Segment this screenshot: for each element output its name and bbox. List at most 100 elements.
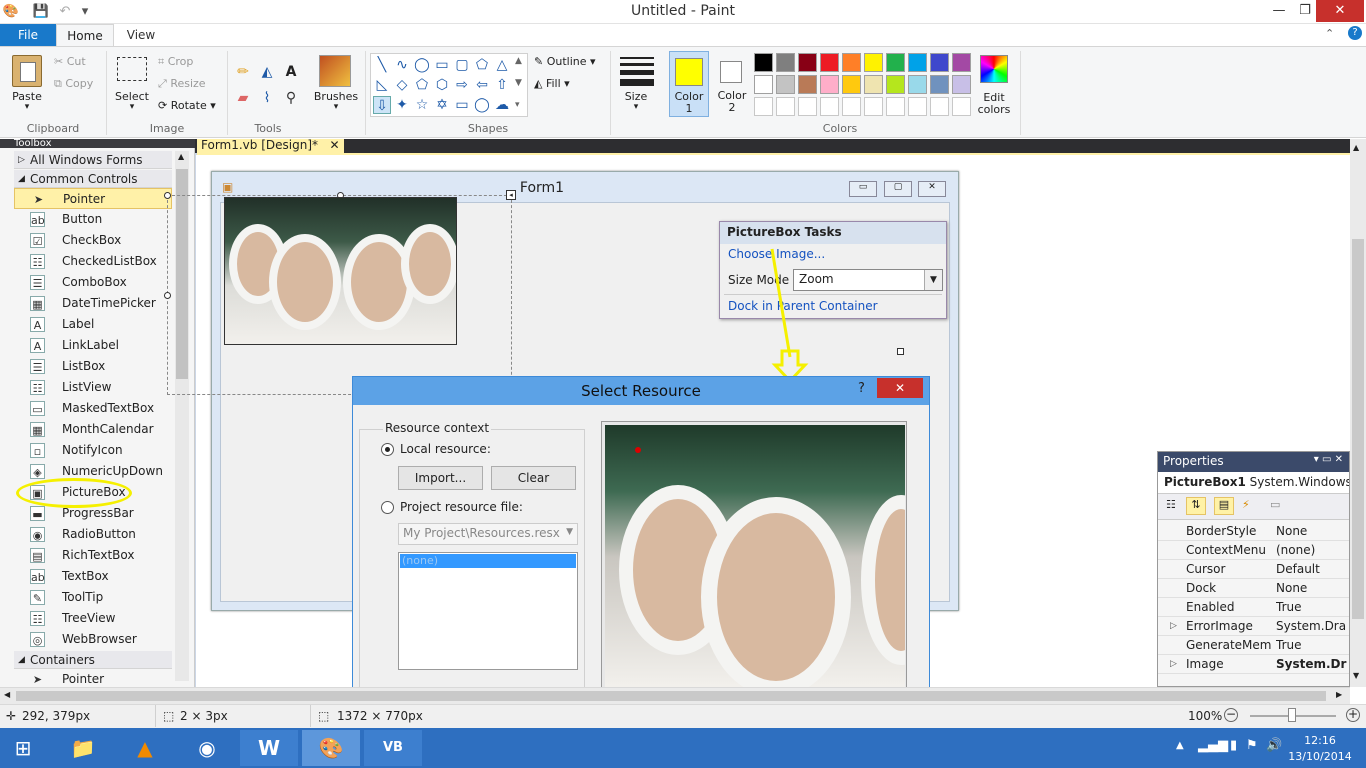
vs-document-tab[interactable]: Form1.vb [Design]* ✕ [197, 139, 344, 153]
property-value[interactable]: None [1276, 579, 1349, 598]
resize-handle[interactable] [897, 348, 904, 355]
up-arrow-shape-icon[interactable]: ⇧ [493, 76, 511, 94]
toolbox-item-tooltip[interactable]: ✎ ToolTip [14, 587, 172, 608]
resize-button[interactable]: ⤢ Resize [158, 75, 206, 93]
custom-color-slot[interactable] [952, 97, 971, 116]
resx-select[interactable]: My Project\Resources.resx ▼ [398, 523, 578, 545]
line-shape-icon[interactable]: ╲ [373, 56, 391, 74]
clock-date[interactable]: 13/10/2014 [1284, 750, 1356, 763]
palette-swatch[interactable] [798, 75, 817, 94]
tab-file[interactable]: File [0, 24, 56, 46]
pencil-icon[interactable]: ✏ [234, 63, 252, 81]
close-button[interactable]: ✕ [1316, 0, 1364, 22]
property-row[interactable]: ▷ ErrorImage System.Dra [1158, 617, 1349, 636]
toolbox-item-checkbox[interactable]: ☑ CheckBox [14, 230, 172, 251]
property-value[interactable]: True [1276, 598, 1349, 617]
property-row[interactable]: ContextMenu (none) [1158, 541, 1349, 560]
zoom-out-icon[interactable]: − [1224, 708, 1238, 722]
toolbox-item-linklabel[interactable]: A LinkLabel [14, 335, 172, 356]
brushes-dropdown-icon[interactable]: ▾ [310, 102, 362, 112]
select-dropdown-icon[interactable]: ▾ [110, 102, 154, 112]
callout-oval-icon[interactable]: ◯ [473, 96, 491, 114]
toolbox-item-monthcalendar[interactable]: ▦ MonthCalendar [14, 419, 172, 440]
palette-swatch[interactable] [842, 75, 861, 94]
paint-canvas[interactable]: Form1.vb [Design]* ✕ Toolbox ▷ All Window… [0, 139, 1350, 687]
custom-color-slot[interactable] [908, 97, 927, 116]
property-pages-icon[interactable]: ▭ [1270, 498, 1280, 511]
copy-button[interactable]: ⧉ Copy [54, 75, 93, 93]
property-value[interactable]: System.Dr [1276, 655, 1349, 674]
canvas-horizontal-scrollbar[interactable]: ◀ ▶ [0, 687, 1350, 704]
toolbox-item-treeview[interactable]: ☷ TreeView [14, 608, 172, 629]
color2-selector[interactable]: Color 2 [713, 51, 751, 117]
clear-button[interactable]: Clear [491, 466, 576, 490]
brushes-icon[interactable] [319, 55, 351, 87]
scroll-left-icon[interactable]: ◀ [4, 690, 10, 699]
properties-object-selector[interactable]: PictureBox1 System.Windows.Fo [1158, 472, 1349, 494]
custom-color-slot[interactable] [864, 97, 883, 116]
toolbox-item-maskedtextbox[interactable]: ▭ MaskedTextBox [14, 398, 172, 419]
pentagon-shape-icon[interactable]: ⬠ [413, 76, 431, 94]
toolbox-item-button[interactable]: ab Button [14, 209, 172, 230]
toolbox-item-notifyicon[interactable]: ▫ NotifyIcon [14, 440, 172, 461]
palette-swatch[interactable] [864, 53, 883, 72]
toolbox-item-pointer[interactable]: ➤ Pointer [14, 188, 172, 209]
crop-button[interactable]: ⌗ Crop [158, 53, 193, 71]
custom-color-slot[interactable] [886, 97, 905, 116]
battery-icon[interactable]: ▮ [1230, 738, 1237, 753]
panel-options-icon[interactable]: ▾ ▭ ✕ [1314, 454, 1343, 465]
palette-swatch[interactable] [754, 75, 773, 94]
toolbox-item-datetimepicker[interactable]: ▦ DateTimePicker [14, 293, 172, 314]
palette-swatch[interactable] [754, 53, 773, 72]
palette-swatch[interactable] [952, 75, 971, 94]
palette-swatch[interactable] [952, 53, 971, 72]
color1-selector[interactable]: Color 1 [669, 51, 709, 117]
toolbox-item-webbrowser[interactable]: ◎ WebBrowser [14, 629, 172, 650]
edit-colors-label-2[interactable]: colors [972, 103, 1016, 116]
toolbox-item-combobox[interactable]: ☰ ComboBox [14, 272, 172, 293]
fill-bucket-icon[interactable]: ◭ [258, 63, 276, 81]
toolbox-item-container-pointer[interactable]: ➤ Pointer [14, 669, 172, 687]
paste-dropdown-icon[interactable]: ▾ [6, 102, 48, 112]
palette-swatch[interactable] [820, 75, 839, 94]
property-value[interactable]: System.Dra [1276, 617, 1349, 636]
triangle-shape-icon[interactable]: △ [493, 56, 511, 74]
volume-icon[interactable]: 🔊 [1266, 738, 1282, 753]
action-center-icon[interactable]: ⚑ [1246, 738, 1258, 753]
list-item[interactable]: (none) [400, 554, 576, 568]
palette-swatch[interactable] [886, 75, 905, 94]
rounded-rect-shape-icon[interactable]: ▢ [453, 56, 471, 74]
palette-swatch[interactable] [908, 75, 927, 94]
scroll-right-icon[interactable]: ▶ [1336, 690, 1342, 699]
property-value[interactable]: Default [1276, 560, 1349, 579]
hexagon-shape-icon[interactable]: ⬡ [433, 76, 451, 94]
collapse-ribbon-icon[interactable]: ⌃ [1325, 27, 1334, 40]
clock-time[interactable]: 12:16 [1284, 734, 1356, 747]
property-row[interactable]: Cursor Default [1158, 560, 1349, 579]
left-arrow-shape-icon[interactable]: ⇦ [473, 76, 491, 94]
alphabetical-icon[interactable]: ⇅ [1186, 497, 1206, 515]
right-arrow-shape-icon[interactable]: ⇨ [453, 76, 471, 94]
file-explorer-icon[interactable]: 📁 [54, 730, 112, 766]
scroll-down-icon[interactable]: ▼ [1353, 671, 1359, 680]
custom-color-slot[interactable] [930, 97, 949, 116]
property-row[interactable]: Dock None [1158, 579, 1349, 598]
toolbox-cat-common[interactable]: ◢ Common Controls [14, 170, 172, 188]
categorized-icon[interactable]: ☷ [1166, 498, 1182, 514]
palette-swatch[interactable] [842, 53, 861, 72]
cut-button[interactable]: ✂ Cut [54, 53, 86, 71]
color-picker-icon[interactable]: ⌇ [258, 89, 276, 107]
custom-color-slot[interactable] [820, 97, 839, 116]
toolbox-item-label[interactable]: A Label [14, 314, 172, 335]
gallery-more-icon[interactable]: ▾ [515, 100, 520, 110]
paste-icon[interactable] [12, 55, 42, 87]
oval-shape-icon[interactable]: ◯ [413, 56, 431, 74]
chevron-down-icon[interactable]: ▼ [924, 270, 942, 290]
expand-icon[interactable]: ▷ [1170, 617, 1177, 636]
scroll-up-icon[interactable]: ▲ [1353, 143, 1359, 152]
resource-list[interactable]: (none) [398, 552, 578, 670]
toolbox-cat-all[interactable]: ▷ All Windows Forms [14, 151, 172, 169]
tab-home[interactable]: Home [56, 24, 114, 47]
dialog-close-button[interactable]: ✕ [877, 378, 923, 398]
callout-rect-icon[interactable]: ▭ [453, 96, 471, 114]
